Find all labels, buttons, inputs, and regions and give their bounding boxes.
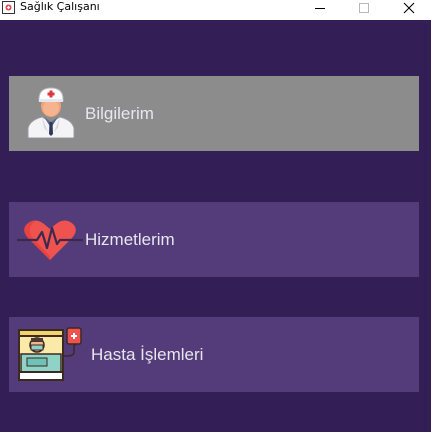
maximize-icon	[359, 2, 369, 13]
doctor-icon	[27, 87, 75, 138]
close-button[interactable]	[387, 0, 431, 15]
menu-button-bilgilerim[interactable]: Bilgilerim	[9, 76, 419, 151]
app-icon	[2, 1, 15, 14]
minimize-button[interactable]	[298, 0, 342, 15]
app-window: Sağlık Çalışanı Bilgilerim Hizmetlerim H…	[0, 0, 433, 435]
menu-button-hasta-islemleri[interactable]: Hasta İşlemleri	[9, 317, 419, 392]
close-icon	[403, 2, 415, 13]
heartbeat-icon	[17, 220, 83, 260]
menu-button-label: Bilgilerim	[85, 104, 154, 123]
maximize-button[interactable]	[342, 0, 386, 15]
window-title: Sağlık Çalışanı	[20, 0, 100, 13]
patient-bed-icon	[18, 327, 82, 381]
title-bar[interactable]: Sağlık Çalışanı	[0, 0, 433, 15]
minimize-icon	[315, 7, 325, 9]
menu-button-label: Hizmetlerim	[85, 230, 175, 249]
menu-button-label: Hasta İşlemleri	[91, 345, 204, 364]
menu-button-hizmetlerim[interactable]: Hizmetlerim	[9, 202, 419, 277]
main-panel: Bilgilerim Hizmetlerim Hasta İşlemleri	[0, 20, 433, 435]
